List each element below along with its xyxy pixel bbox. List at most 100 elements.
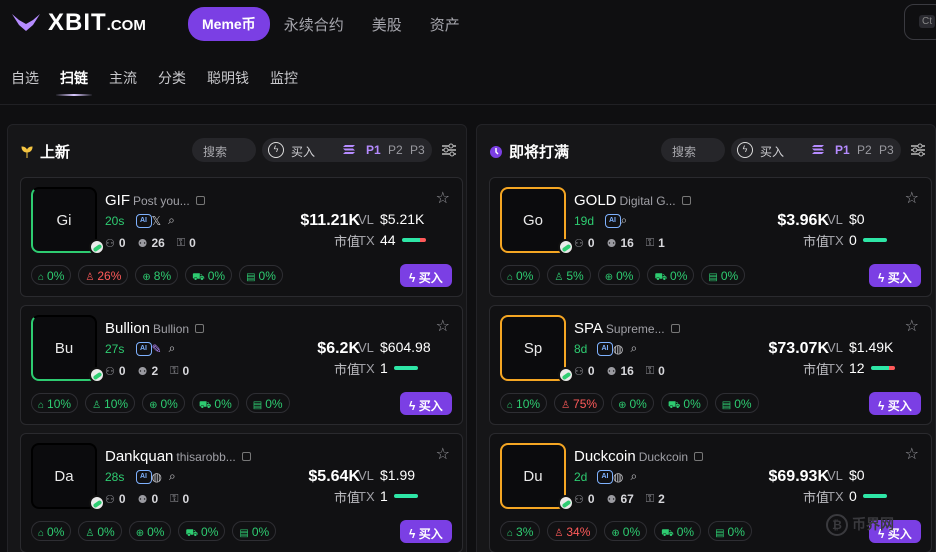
buy-button[interactable]: ϟ 买入	[400, 520, 452, 543]
nav-tab-assets[interactable]: 资产	[430, 13, 460, 35]
quick-buy-input[interactable]: 买入	[760, 143, 784, 160]
stat-chip: ⊕ 8%	[135, 265, 179, 285]
lock-icon: ⚿	[645, 364, 655, 377]
globe-icon[interactable]: ◍	[613, 342, 623, 356]
token-card[interactable]: Bu Bullion Bullion 27s AI ✎ ⌕ ⚇ 0 ⚉ 2 ⚿ 0 $6.2…	[20, 305, 463, 425]
pill-icon	[558, 367, 574, 383]
users-icon: ⚉	[137, 493, 148, 506]
tx-ratio-bar	[862, 238, 887, 242]
pill-icon	[89, 495, 105, 511]
subtab-watchlist[interactable]: 自选	[11, 68, 39, 88]
star-icon[interactable]: ☆	[436, 316, 450, 336]
preset-p3[interactable]: P3	[879, 143, 894, 157]
token-age: 27s	[105, 342, 125, 356]
stat-chip: ⌂ 0%	[31, 265, 72, 285]
token-card[interactable]: Da Dankquan thisarobb... 28s AI ◍ ⌕ ⚇ 0 ⚉ 0 ⚿…	[20, 433, 463, 552]
panel-search-input[interactable]: 搜索	[661, 138, 725, 162]
search-icon[interactable]: ⌕	[169, 469, 176, 484]
subtab-category[interactable]: 分类	[158, 68, 186, 88]
subtab-scan[interactable]: 扫链	[56, 68, 92, 96]
buy-button[interactable]: ϟ 买入	[400, 392, 452, 415]
subtab-mainstream[interactable]: 主流	[109, 68, 137, 88]
search-icon[interactable]: ⌕	[630, 469, 637, 484]
filter-settings-icon[interactable]	[909, 141, 927, 159]
tx-ratio-bar	[870, 366, 895, 370]
buy-button[interactable]: ϟ 买入	[400, 264, 452, 287]
quick-buy-input[interactable]: 买入	[291, 143, 315, 160]
social-links: AI ◍ ⌕	[597, 341, 644, 356]
holder-stats: ⚇ 0 ⚉ 67 ⚿ 2	[574, 492, 665, 506]
holder-stats: ⚇ 0 ⚉ 16 ⚿ 1	[574, 236, 665, 250]
token-avatar[interactable]: Bu	[31, 315, 97, 381]
search-icon[interactable]: ⌕	[168, 213, 175, 228]
copy-icon[interactable]	[195, 196, 205, 205]
search-icon[interactable]: ⌕	[630, 341, 637, 356]
panel-title: 即将打满	[489, 141, 569, 162]
token-card[interactable]: Gi GIF Post you... 20s AI 𝕏 ⌕ ⚇ 0 ⚉ 26 ⚿ 0 $11…	[20, 177, 463, 297]
sniper-icon: ⊕	[604, 272, 614, 283]
panel-search-input[interactable]: 搜索	[192, 138, 256, 162]
top-bar: XBIT.COM Meme币 永续合约 美股 资产 Ct	[0, 0, 936, 46]
copy-icon[interactable]	[195, 324, 205, 333]
stat-chip: ⊕ 0%	[597, 265, 641, 285]
token-avatar[interactable]: Sp	[500, 315, 566, 381]
token-avatar[interactable]: Du	[500, 443, 566, 509]
nav-tab-us-stocks[interactable]: 美股	[372, 13, 402, 35]
ai-badge-icon: AI	[597, 469, 613, 484]
insider-icon: ⛟	[192, 272, 205, 283]
stat-chip: ⊕ 0%	[611, 393, 654, 413]
token-avatar[interactable]: Go	[500, 187, 566, 253]
feather-icon[interactable]: ✎	[152, 342, 162, 356]
global-search[interactable]: Ct	[904, 4, 936, 40]
token-card[interactable]: Go GOLD Digital G... 19d AI ⌕ ⚇ 0 ⚉ 16 ⚿ 1 $3…	[489, 177, 932, 297]
nav-tab-meme[interactable]: Meme币	[188, 7, 270, 41]
volume-tx: VL $604.98 TX 1	[358, 339, 431, 376]
star-icon[interactable]: ☆	[905, 444, 919, 464]
x-twitter-icon[interactable]: 𝕏	[152, 214, 162, 228]
globe-icon[interactable]: ◍	[613, 470, 623, 484]
logo-text: XBIT.COM	[48, 9, 146, 36]
preset-p1[interactable]: P1	[366, 143, 381, 157]
subtab-monitor[interactable]: 监控	[270, 68, 298, 88]
search-icon[interactable]: ⌕	[169, 341, 176, 356]
star-icon[interactable]: ☆	[905, 188, 919, 208]
preset-p2[interactable]: P2	[857, 143, 872, 157]
copy-icon[interactable]	[694, 452, 704, 461]
tx-label: TX	[827, 360, 844, 376]
preset-p1[interactable]: P1	[835, 143, 850, 157]
star-icon[interactable]: ☆	[436, 444, 450, 464]
star-icon[interactable]: ☆	[436, 188, 450, 208]
social-links: AI 𝕏 ⌕	[135, 213, 182, 228]
filter-settings-icon[interactable]	[440, 141, 458, 159]
copy-icon[interactable]	[681, 196, 691, 205]
stat-chip: ⊕ 0%	[604, 521, 648, 541]
pill-icon	[558, 239, 574, 255]
vl-label: VL	[358, 339, 374, 355]
bundle-icon: ▤	[246, 272, 256, 283]
stat-chips: ⌂ 0% ♙ 0% ⊕ 0% ⛟ 0% ▤ 0%	[31, 521, 283, 541]
globe-icon[interactable]: ◍	[152, 470, 162, 484]
nav-tab-perpetual[interactable]: 永续合约	[284, 13, 344, 35]
panel-header: 上新 搜索 ϟ 买入 P1 P2 P3	[8, 125, 466, 175]
token-card[interactable]: Sp SPA Supreme... 8d AI ◍ ⌕ ⚇ 0 ⚉ 16 ⚿ 0 $73.0…	[489, 305, 932, 425]
preset-p2[interactable]: P2	[388, 143, 403, 157]
preset-p3[interactable]: P3	[410, 143, 425, 157]
star-icon[interactable]: ☆	[905, 316, 919, 336]
stat-chip: ⛟ 0%	[647, 265, 695, 285]
users-icon: ⚉	[606, 237, 617, 250]
logo[interactable]: XBIT.COM	[10, 9, 146, 37]
lightning-icon: ϟ	[737, 142, 753, 158]
buy-button[interactable]: ϟ 买入	[869, 264, 921, 287]
tx-ratio-bar	[393, 366, 418, 370]
buy-button[interactable]: ϟ 买入	[869, 392, 921, 415]
stat-chip: ▤ 0%	[708, 521, 752, 541]
token-name: Duckcoin Duckcoin	[574, 448, 704, 465]
top10-icon: ⌂	[38, 272, 45, 283]
bundle-icon: ▤	[239, 528, 249, 539]
token-avatar[interactable]: Gi	[31, 187, 97, 253]
subtab-smart-money[interactable]: 聪明钱	[207, 68, 249, 88]
token-avatar[interactable]: Da	[31, 443, 97, 509]
copy-icon[interactable]	[670, 324, 680, 333]
search-icon[interactable]: ⌕	[621, 213, 628, 228]
copy-icon[interactable]	[241, 452, 251, 461]
